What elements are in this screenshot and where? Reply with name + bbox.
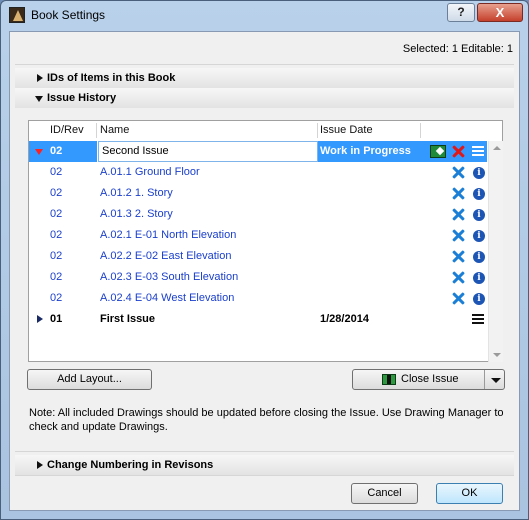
book-settings-window: Book Settings ? X Selected: 1 Editable: …: [0, 0, 529, 520]
layout-id: 02: [50, 292, 63, 304]
close-window-button[interactable]: X: [477, 3, 523, 22]
layout-name: A.02.2 E-02 East Elevation: [100, 250, 232, 262]
layout-name: A.02.4 E-04 West Elevation: [100, 292, 235, 304]
issue-row-current[interactable]: 02 Second Issue Work in Progress: [29, 141, 487, 162]
close-issue-split-button[interactable]: Close Issue: [352, 369, 505, 390]
layout-row[interactable]: 02 A.02.1 E-01 North Elevation i: [29, 225, 487, 246]
delete-icon[interactable]: [452, 292, 465, 305]
issue-name-field[interactable]: Second Issue: [98, 141, 318, 162]
help-button[interactable]: ?: [447, 3, 475, 22]
issue-icon: [382, 374, 396, 385]
collapse-triangle-icon[interactable]: [35, 149, 43, 155]
split-divider: [484, 370, 485, 389]
layout-row[interactable]: 02 A.01.3 2. Story i: [29, 204, 487, 225]
divider: [15, 64, 514, 65]
dropdown-arrow-icon[interactable]: [491, 378, 501, 383]
column-header-id[interactable]: ID/Rev: [50, 121, 84, 140]
layout-id: 02: [50, 166, 63, 178]
layout-row[interactable]: 02 A.02.3 E-03 South Elevation i: [29, 267, 487, 288]
issue-date-status: Work in Progress: [320, 145, 411, 157]
layout-id: 02: [50, 250, 63, 262]
list-icon[interactable]: [472, 314, 484, 325]
issue-id: 01: [50, 313, 63, 325]
divider: [15, 451, 514, 452]
info-icon[interactable]: i: [473, 209, 485, 221]
list-icon[interactable]: [472, 146, 484, 157]
layout-row[interactable]: 02 A.01.2 1. Story i: [29, 183, 487, 204]
expand-triangle-icon: [37, 74, 43, 82]
cancel-button[interactable]: Cancel: [351, 483, 418, 504]
issue-history-table: ID/Rev Name Issue Date 02 Second Issue W…: [28, 120, 503, 362]
layout-name: A.02.3 E-03 South Elevation: [100, 271, 239, 283]
info-icon[interactable]: i: [473, 272, 485, 284]
layout-id: 02: [50, 187, 63, 199]
divider: [15, 475, 514, 476]
expand-triangle-icon[interactable]: [37, 315, 43, 323]
layout-id: 02: [50, 208, 63, 220]
title-bar: Book Settings ? X: [1, 1, 528, 31]
info-icon[interactable]: i: [473, 167, 485, 179]
info-icon[interactable]: i: [473, 251, 485, 263]
section-issue-history-header[interactable]: Issue History: [15, 88, 514, 108]
layout-row[interactable]: 02 A.02.2 E-02 East Elevation i: [29, 246, 487, 267]
close-issue-note: Note: All included Drawings should be up…: [29, 407, 504, 433]
section-ids-label: IDs of Items in this Book: [47, 72, 176, 84]
layout-row[interactable]: 02 A.01.1 Ground Floor i: [29, 162, 487, 183]
layout-id: 02: [50, 229, 63, 241]
delete-icon[interactable]: [452, 229, 465, 242]
close-issue-label: Close Issue: [401, 373, 459, 385]
expand-triangle-icon: [37, 461, 43, 469]
delete-icon[interactable]: [452, 208, 465, 221]
vertical-scrollbar[interactable]: [488, 141, 503, 362]
section-issue-history-label: Issue History: [47, 92, 117, 104]
issue-name: First Issue: [100, 313, 156, 325]
issue-row-previous[interactable]: 01 First Issue 1/28/2014: [29, 309, 487, 330]
window-title: Book Settings: [31, 8, 106, 22]
section-ids-header[interactable]: IDs of Items in this Book: [15, 68, 514, 88]
collapse-triangle-icon: [35, 96, 43, 102]
ok-button[interactable]: OK: [436, 483, 503, 504]
issue-date: 1/28/2014: [320, 313, 369, 325]
layout-name: A.01.2 1. Story: [100, 187, 173, 199]
issue-id: 02: [50, 145, 63, 157]
delete-icon[interactable]: [452, 271, 465, 284]
scroll-down-arrow-icon[interactable]: [493, 353, 501, 357]
selected-editable-count: Selected: 1 Editable: 1: [402, 43, 513, 55]
section-change-numbering-label: Change Numbering in Revisons: [47, 459, 214, 471]
layout-row[interactable]: 02 A.02.4 E-04 West Elevation i: [29, 288, 487, 309]
dialog-body: Selected: 1 Editable: 1 IDs of Items in …: [9, 31, 520, 511]
add-layout-button[interactable]: Add Layout...: [27, 369, 152, 390]
delete-icon[interactable]: [452, 250, 465, 263]
info-icon[interactable]: i: [473, 230, 485, 242]
column-divider[interactable]: [317, 123, 318, 138]
layout-name: A.01.1 Ground Floor: [100, 166, 200, 178]
info-icon[interactable]: i: [473, 188, 485, 200]
layout-name: A.02.1 E-01 North Elevation: [100, 229, 237, 241]
column-divider[interactable]: [96, 123, 97, 138]
column-header-name[interactable]: Name: [100, 121, 129, 140]
scroll-up-arrow-icon[interactable]: [493, 146, 501, 150]
app-logo-icon: [9, 7, 25, 23]
layout-id: 02: [50, 271, 63, 283]
delete-icon[interactable]: [452, 145, 465, 158]
delete-icon[interactable]: [452, 187, 465, 200]
section-change-numbering-header[interactable]: Change Numbering in Revisons: [15, 455, 514, 475]
marker-icon[interactable]: [430, 145, 446, 158]
delete-icon[interactable]: [452, 166, 465, 179]
info-icon[interactable]: i: [473, 293, 485, 305]
column-divider[interactable]: [420, 123, 421, 138]
column-header-issue-date[interactable]: Issue Date: [320, 121, 373, 140]
layout-name: A.01.3 2. Story: [100, 208, 173, 220]
